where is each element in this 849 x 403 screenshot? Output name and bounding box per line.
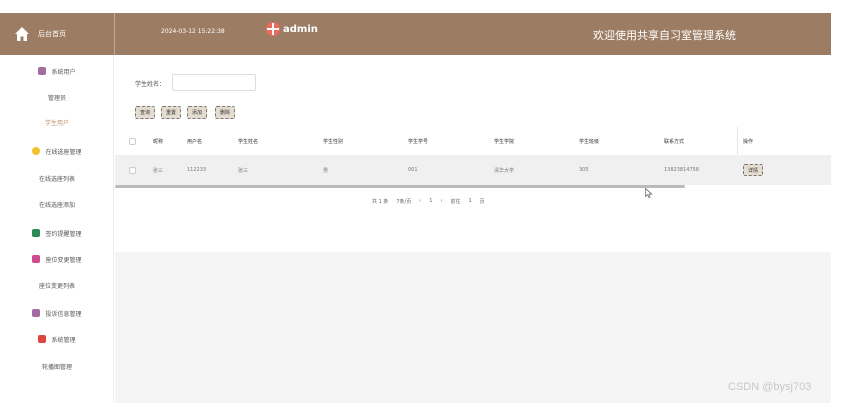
- sidebar-item-label: 学生用户: [44, 119, 69, 127]
- cell-username: 112233: [187, 167, 207, 173]
- detail-button[interactable]: 详情: [743, 164, 764, 176]
- home-link[interactable]: 后台首页: [14, 13, 114, 55]
- reminder-icon: [32, 229, 41, 237]
- page-size-select[interactable]: 7条/页: [396, 198, 411, 205]
- prev-page-button[interactable]: ‹: [419, 198, 421, 205]
- topbar-divider: [114, 13, 115, 55]
- sidebar: 系统用户 管理员 学生用户 在线选座管理 在线选座列表 在线选座添加 签约提醒管…: [0, 55, 114, 403]
- sidebar-item-system-users[interactable]: 系统用户: [0, 63, 114, 79]
- cell-student-no: 001: [408, 167, 418, 173]
- table-header: 昵称 用户名 学生姓名 学生性别 学生学号 学生学院 学生班级 联系方式 操作: [115, 133, 831, 151]
- sidebar-item-complaints[interactable]: 投诉信息管理: [0, 305, 114, 321]
- cell-gender: 男: [323, 168, 329, 174]
- mouse-cursor-icon: [645, 188, 653, 198]
- row-checkbox[interactable]: [129, 167, 136, 174]
- column-header: 用户名: [187, 139, 203, 145]
- column-header: 操作: [743, 139, 754, 145]
- select-all-checkbox[interactable]: [129, 138, 136, 145]
- sidebar-item-label: 轮播图管理: [41, 363, 72, 371]
- cell-nickname: 张三: [153, 168, 164, 174]
- sidebar-item-seat-management[interactable]: 在线选座管理: [0, 143, 114, 159]
- column-header: 学生学号: [408, 139, 429, 145]
- watermark: CSDN @bysj703: [728, 381, 812, 393]
- current-datetime: 2024-03-12 15:22:38: [161, 28, 225, 35]
- next-page-button[interactable]: ›: [440, 198, 442, 205]
- search-label: 学生姓名：: [135, 81, 166, 88]
- sidebar-item-label: 签约提醒管理: [45, 230, 82, 238]
- goto-label: 前往: [450, 199, 461, 205]
- site-title: 欢迎使用共享自习室管理系统: [593, 29, 736, 42]
- change-icon: [32, 255, 41, 263]
- sidebar-item-seat-list[interactable]: 在线选座列表: [0, 170, 114, 186]
- sidebar-item-student-users[interactable]: 学生用户: [0, 114, 114, 130]
- cell-phone: 13823814758: [664, 167, 699, 173]
- delete-button[interactable]: 删除: [215, 106, 236, 119]
- column-header: 学生班级: [579, 139, 600, 145]
- sidebar-item-label: 座位变更列表: [38, 282, 75, 290]
- seat-icon: [32, 147, 41, 155]
- sidebar-item-system[interactable]: 系统管理: [0, 331, 114, 347]
- sidebar-item-label: 系统用户: [51, 68, 76, 76]
- content-background: [115, 252, 831, 403]
- cell-student-name: 张三: [238, 168, 249, 174]
- sidebar-item-label: 投诉信息管理: [45, 310, 82, 318]
- sidebar-item-label: 管理员: [47, 94, 66, 102]
- reset-button[interactable]: 重置: [161, 106, 182, 119]
- cell-class: 305: [579, 167, 589, 173]
- avatar-icon: [266, 22, 280, 36]
- column-header: 昵称: [153, 139, 164, 145]
- goto-page-input[interactable]: 1: [468, 198, 471, 205]
- sidebar-item-label: 在线选座添加: [38, 201, 75, 209]
- sidebar-item-seat-add[interactable]: 在线选座添加: [0, 196, 114, 212]
- student-name-search-input[interactable]: [172, 74, 256, 91]
- sidebar-item-seat-change[interactable]: 座位变更管理: [0, 251, 114, 267]
- total-count: 共 1 条: [372, 199, 389, 205]
- page-suffix: 页: [479, 199, 485, 205]
- sidebar-item-label: 系统管理: [51, 336, 76, 344]
- sidebar-item-carousel[interactable]: 轮播图管理: [0, 358, 114, 374]
- system-icon: [38, 335, 47, 343]
- complaint-icon: [32, 309, 41, 317]
- column-header: 学生姓名: [238, 139, 259, 145]
- top-bar: 后台首页 2024-03-12 15:22:38 admin 欢迎使用共享自习室…: [0, 13, 831, 55]
- cell-college: 清华大学: [494, 168, 515, 174]
- sidebar-item-label: 在线选座管理: [45, 148, 82, 156]
- main-content: 学生姓名： 查询 重置 添加 删除 昵称 用户名 学生姓名 学生性别 学生学号 …: [115, 55, 831, 403]
- query-button[interactable]: 查询: [135, 106, 156, 119]
- user-menu[interactable]: admin: [266, 22, 318, 36]
- user-group-icon: [38, 67, 47, 75]
- sidebar-item-reminder[interactable]: 签约提醒管理: [0, 225, 114, 241]
- column-header: 学生学院: [494, 139, 515, 145]
- home-label: 后台首页: [38, 30, 66, 38]
- username-label: admin: [283, 23, 318, 35]
- sidebar-item-seat-change-list[interactable]: 座位变更列表: [0, 277, 114, 293]
- add-button[interactable]: 添加: [187, 106, 208, 119]
- sidebar-item-label: 座位变更管理: [45, 256, 82, 264]
- column-header: 学生性别: [323, 139, 344, 145]
- horizontal-scrollbar[interactable]: [115, 185, 685, 188]
- home-icon: [15, 27, 29, 41]
- sidebar-item-label: 在线选座列表: [38, 175, 75, 183]
- sidebar-item-admin[interactable]: 管理员: [0, 89, 114, 105]
- pagination: 共 1 条 7条/页 ‹ 1 › 前往 1 页: [372, 198, 485, 205]
- current-page[interactable]: 1: [429, 198, 432, 205]
- table-row: 张三 112233 张三 男 001 清华大学 305 13823814758 …: [115, 155, 831, 185]
- column-header: 联系方式: [664, 139, 685, 145]
